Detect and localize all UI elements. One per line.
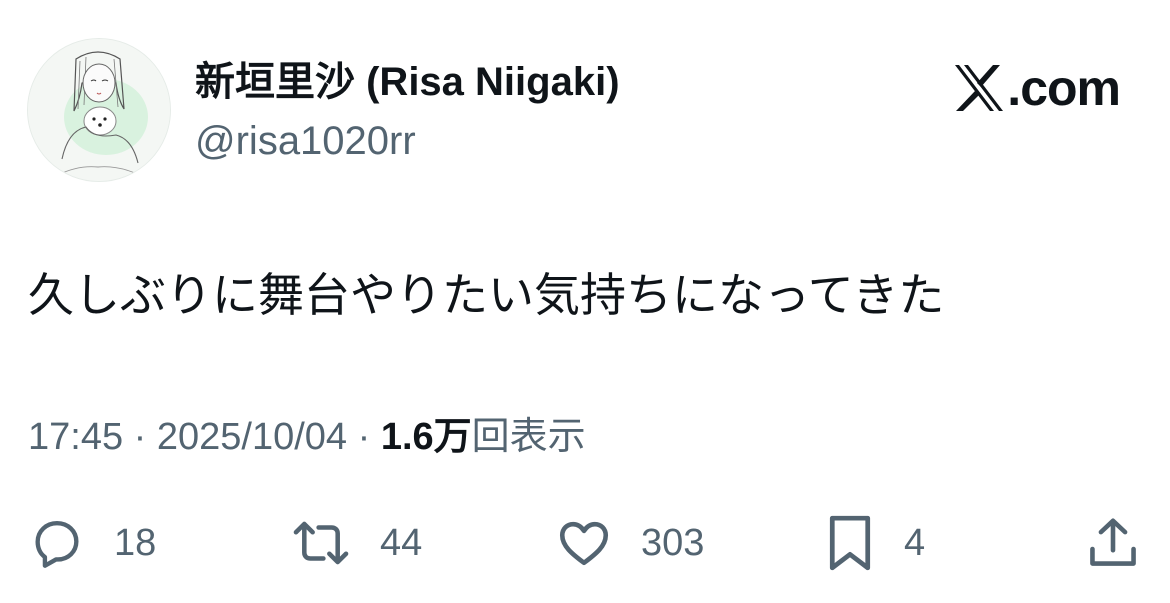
heart-icon (559, 521, 609, 566)
share-icon (1090, 518, 1136, 566)
action-bar: 18 44 303 4 (0, 508, 1170, 578)
meta-separator: · (347, 416, 381, 458)
author-handle[interactable]: @risa1020rr (195, 115, 416, 167)
tweet-date[interactable]: 2025/10/04 (157, 416, 347, 458)
brand-logo: .com (953, 58, 1121, 118)
bookmark-icon (829, 515, 871, 571)
avatar-illustration (28, 39, 170, 181)
x-logo-icon (955, 65, 1004, 111)
reply-button[interactable]: 18 (28, 508, 156, 578)
bookmark-button[interactable]: 4 (824, 508, 925, 578)
tweet-text: 久しぶりに舞台やりたい気持ちになってきた (28, 269, 945, 321)
views-count: 1.6万 (380, 416, 472, 458)
retweet-icon (293, 521, 349, 565)
author-display-name[interactable]: 新垣里沙 (Risa Niigaki) (195, 56, 620, 108)
avatar[interactable] (27, 38, 171, 182)
views-label: 回表示 (471, 416, 586, 458)
like-count: 303 (641, 522, 705, 564)
reply-count: 18 (114, 522, 157, 564)
brand-domain: .com (1007, 60, 1121, 116)
tweet-time[interactable]: 17:45 (28, 416, 123, 458)
retweet-button[interactable]: 44 (290, 508, 422, 578)
share-button[interactable] (1084, 508, 1142, 578)
retweet-count: 44 (380, 522, 423, 564)
meta-separator: · (123, 416, 157, 458)
like-button[interactable]: 303 (555, 508, 704, 578)
bookmark-count: 4 (904, 522, 926, 564)
reply-icon (35, 521, 79, 568)
tweet-meta: 17:45 · 2025/10/04 · 1.6万回表示 (28, 412, 586, 462)
